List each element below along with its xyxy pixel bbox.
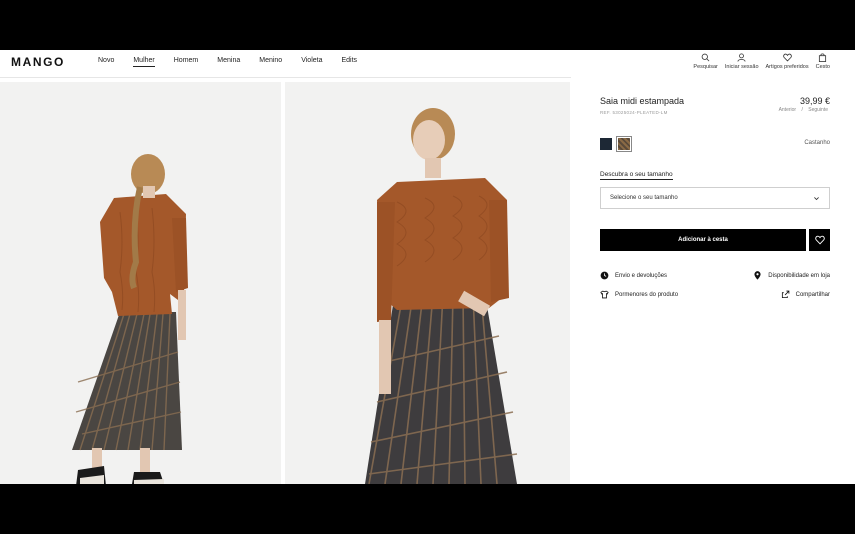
header-actions: Pesquisar Iniciar sessão Artigos preferi…: [693, 53, 830, 70]
shipping-returns-label: Envio e devoluções: [615, 272, 668, 279]
info-row-1: Envio e devoluções Disponibilidade em lo…: [600, 271, 830, 280]
share-link[interactable]: Compartilhar: [781, 290, 830, 299]
site-header: MANGO Novo Mulher Homem Menina Menino Vi…: [0, 50, 855, 78]
login-button[interactable]: Iniciar sessão: [725, 53, 759, 70]
product-details-label: Pormenores do produto: [615, 291, 679, 298]
bag-icon: [819, 53, 827, 62]
heart-icon: [814, 235, 825, 245]
breadcrumb: Anterior / Seguinte: [777, 107, 830, 113]
header-divider: [0, 77, 571, 78]
clock-icon: [600, 271, 609, 280]
nav-item-novo[interactable]: Novo: [98, 57, 114, 67]
share-label: Compartilhar: [795, 291, 830, 298]
breadcrumb-separator: /: [801, 107, 803, 113]
product-title: Saia midi estampada: [600, 96, 685, 106]
product-page: MANGO Novo Mulher Homem Menina Menino Vi…: [0, 50, 855, 484]
location-pin-icon: [754, 271, 761, 280]
store-availability-label: Disponibilidade em loja: [768, 272, 830, 279]
product-price: 39,99 €: [799, 96, 830, 106]
color-swatch-brown[interactable]: [616, 136, 632, 152]
product-photo-front[interactable]: [285, 82, 570, 484]
selected-color-name: Castanho: [804, 140, 830, 146]
wishlist-button[interactable]: Artigos preferidos: [766, 53, 809, 70]
main-nav: Novo Mulher Homem Menina Menino Violeta …: [98, 57, 376, 67]
share-icon: [781, 290, 789, 299]
product-reference: REF. 53025024-PLEATED-LM: [600, 110, 668, 115]
search-button[interactable]: Pesquisar: [693, 53, 718, 70]
heart-icon: [782, 53, 792, 62]
chevron-down-icon: [814, 196, 819, 200]
nav-item-violeta[interactable]: Violeta: [301, 57, 322, 67]
cart-label: Cesto: [815, 64, 830, 70]
size-select[interactable]: Selecione o seu tamanho: [600, 187, 830, 209]
nav-item-edits[interactable]: Edits: [341, 57, 357, 67]
search-icon: [701, 53, 710, 62]
nav-item-menino[interactable]: Menino: [259, 57, 282, 67]
cart-button[interactable]: Cesto: [816, 53, 830, 70]
nav-item-menina[interactable]: Menina: [217, 57, 240, 67]
breadcrumb-next[interactable]: Seguinte: [808, 107, 828, 113]
wishlist-label: Artigos preferidos: [765, 64, 809, 70]
color-swatch-navy[interactable]: [600, 138, 612, 150]
nav-item-mulher[interactable]: Mulher: [133, 57, 155, 67]
color-swatches: [600, 136, 632, 152]
search-label: Pesquisar: [693, 64, 718, 70]
breadcrumb-prev[interactable]: Anterior: [779, 107, 797, 113]
add-to-cart-button[interactable]: Adicionar à cesta: [600, 229, 806, 251]
info-row-2: Pormenores do produto Compartilhar: [600, 290, 830, 299]
add-to-cart-row: Adicionar à cesta: [600, 229, 830, 251]
shipping-returns-link[interactable]: Envio e devoluções: [600, 271, 667, 280]
login-label: Iniciar sessão: [724, 64, 759, 70]
product-photo-back[interactable]: [0, 82, 281, 484]
brand-logo[interactable]: MANGO: [11, 55, 65, 69]
nav-item-homem[interactable]: Homem: [174, 57, 199, 67]
favorite-button[interactable]: [809, 229, 830, 251]
store-availability-link[interactable]: Disponibilidade em loja: [753, 271, 830, 280]
product-title-row: Saia midi estampada 39,99 €: [600, 96, 830, 106]
user-icon: [737, 53, 746, 62]
size-select-placeholder: Selecione o seu tamanho: [610, 195, 678, 201]
size-guide-link[interactable]: Descubra o seu tamanho: [600, 171, 673, 180]
product-details-link[interactable]: Pormenores do produto: [600, 290, 678, 299]
shirt-icon: [600, 290, 609, 299]
